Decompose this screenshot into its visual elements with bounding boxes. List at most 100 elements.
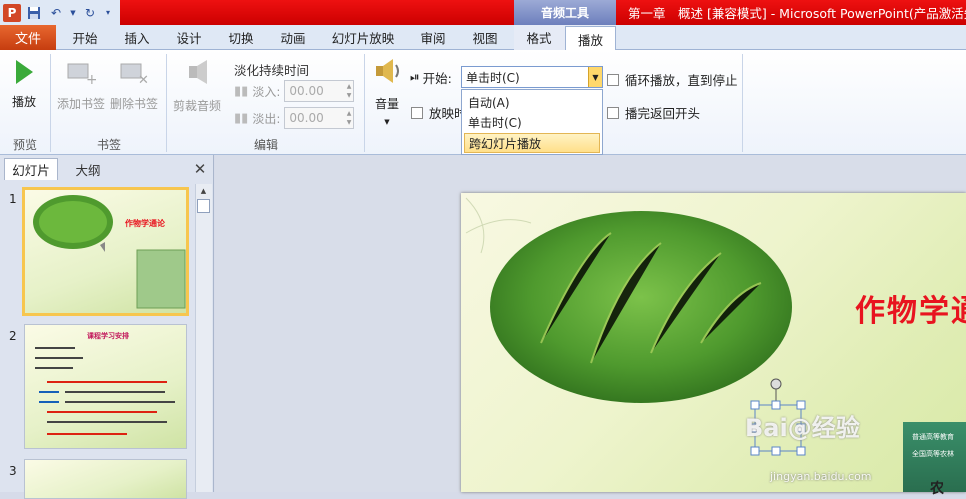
close-icon[interactable]: ✕	[193, 160, 207, 178]
fade-out-value: 00.00	[289, 111, 324, 125]
trim-audio-label: 剪裁音频	[172, 99, 221, 113]
quick-access-toolbar: P ↶ ▼ ↻ ▾	[0, 0, 113, 25]
loop-row[interactable]: 循环播放，直到停止	[607, 70, 738, 89]
tab-review[interactable]: 审阅	[410, 25, 456, 50]
tab-view[interactable]: 视图	[462, 25, 508, 50]
fade-in-row: ▮▮ 淡入: 00.00 ▲ ▼	[234, 80, 355, 102]
play-button[interactable]: 播放	[6, 58, 42, 110]
slide-bottom-text: 农	[930, 481, 944, 497]
loop-checkbox[interactable]	[607, 73, 619, 86]
option-on-click[interactable]: 单击时(C)	[464, 112, 600, 132]
start-label: 开始:	[422, 71, 452, 86]
add-bookmark-label: 添加书签	[56, 97, 105, 111]
slide-number: 1	[9, 192, 17, 206]
tab-animations[interactable]: 动画	[270, 25, 316, 50]
undo-dropdown-icon[interactable]: ▼	[69, 4, 77, 22]
current-slide[interactable]	[461, 193, 966, 492]
rewind-label: 播完返回开头	[625, 106, 701, 121]
start-select[interactable]: 单击时(C)	[461, 66, 603, 88]
fade-out-label: 淡出:	[252, 111, 281, 126]
tab-transitions[interactable]: 切换	[218, 25, 264, 50]
add-bookmark-icon: +	[67, 63, 98, 88]
play-icon	[16, 60, 33, 84]
tab-design[interactable]: 设计	[166, 25, 212, 50]
slide-thumbnail-3[interactable]	[24, 459, 187, 499]
volume-speaker-icon	[376, 59, 399, 83]
group-separator	[166, 54, 167, 152]
option-play-across-slides[interactable]: 跨幻灯片播放	[464, 133, 600, 153]
rewind-row[interactable]: 播完返回开头	[607, 103, 700, 122]
slide-thumbnail-2[interactable]: 课程学习安排	[24, 324, 187, 449]
start-options-dropdown: 自动(A) 单击时(C) 跨幻灯片播放	[461, 89, 603, 155]
rotate-handle[interactable]	[770, 378, 782, 390]
tab-slides[interactable]: 幻灯片	[4, 158, 58, 180]
start-select-arrow-icon[interactable]: ▼	[588, 67, 602, 87]
save-icon[interactable]	[25, 4, 43, 22]
book-line-2: 全国高等农林	[912, 450, 954, 458]
spinner-arrows-icon[interactable]: ▲ ▼	[347, 82, 352, 100]
volume-button[interactable]: 音量 ▼	[368, 56, 406, 126]
powerpoint-app-icon[interactable]: P	[3, 3, 21, 22]
redo-icon[interactable]: ↻	[81, 4, 99, 22]
tab-outline[interactable]: 大纲	[62, 158, 114, 180]
fade-in-value: 00.00	[289, 84, 324, 98]
group-separator	[364, 54, 365, 152]
svg-text:✕: ✕	[138, 73, 149, 86]
tab-file[interactable]: 文件	[0, 25, 56, 50]
tab-home[interactable]: 开始	[62, 25, 108, 50]
scroll-up-icon[interactable]: ▲	[196, 184, 211, 198]
loop-label: 循环播放，直到停止	[625, 73, 738, 88]
thumb1-art	[33, 195, 186, 309]
fade-out-icon: ▮▮	[234, 110, 249, 126]
group-label-preview: 预览	[12, 138, 37, 152]
group-separator	[742, 54, 743, 152]
fade-in-spinner[interactable]: 00.00 ▲ ▼	[284, 80, 355, 102]
audio-tools-context-title: 音频工具	[514, 0, 616, 25]
tab-slideshow[interactable]: 幻灯片放映	[322, 25, 404, 50]
slide-number: 2	[9, 329, 17, 343]
spinner-arrows-icon[interactable]: ▲ ▼	[347, 109, 352, 127]
thumb2-art	[35, 347, 175, 435]
rewind-checkbox[interactable]	[607, 106, 619, 119]
book-line-1: 普通高等教育	[912, 433, 954, 441]
remove-bookmark-icon: ✕	[120, 63, 149, 88]
start-label-row: ⏯ 开始:	[410, 68, 452, 87]
tab-playback[interactable]: 播放	[565, 26, 616, 51]
panel-scrollbar[interactable]	[195, 184, 212, 492]
watermark: Bai@经验	[745, 414, 860, 442]
tab-insert[interactable]: 插入	[114, 25, 160, 50]
remove-bookmark-label: 删除书签	[109, 97, 158, 111]
group-label-editing: 编辑	[253, 138, 278, 152]
trim-audio-button[interactable]: 剪裁音频	[170, 58, 224, 114]
add-bookmark-button[interactable]: + 添加书签	[56, 60, 106, 112]
volume-label: 音量	[374, 97, 399, 111]
fade-in-label: 淡入:	[252, 84, 281, 99]
remove-bookmark-button[interactable]: ✕ 删除书签	[108, 60, 160, 112]
tab-format[interactable]: 格式	[516, 25, 562, 50]
slide-number: 3	[9, 464, 17, 478]
volume-dropdown-icon[interactable]: ▼	[368, 118, 406, 126]
hide-during-show-row[interactable]: 放映时	[411, 103, 467, 122]
fade-duration-title: 淡化持续时间	[234, 63, 310, 78]
play-label: 播放	[11, 95, 36, 109]
slide-rice-image	[465, 197, 792, 403]
svg-text:+: +	[86, 72, 96, 86]
customize-qat-icon[interactable]: ▾	[103, 4, 113, 22]
window-title: 第一章 概述 [兼容模式] - Microsoft PowerPoint(产品激…	[628, 6, 966, 21]
start-clock-icon: ⏯	[410, 70, 420, 84]
group-label-bookmarks: 书签	[96, 138, 121, 152]
trim-audio-icon	[189, 60, 207, 84]
option-automatic[interactable]: 自动(A)	[464, 92, 600, 112]
start-select-value: 单击时(C)	[466, 70, 520, 85]
hide-during-show-checkbox[interactable]	[411, 106, 423, 119]
thumb1-title: 作物学通论	[125, 219, 165, 228]
fade-out-spinner[interactable]: 00.00 ▲ ▼	[284, 107, 355, 129]
group-separator	[50, 54, 51, 152]
slide-thumbnail-1[interactable]: 作物学通论	[22, 187, 189, 316]
undo-icon[interactable]: ↶	[47, 4, 65, 22]
fade-in-icon: ▮▮	[234, 83, 249, 99]
fade-out-row: ▮▮ 淡出: 00.00 ▲ ▼	[234, 107, 355, 129]
slide-title[interactable]: 作物学通	[855, 286, 966, 330]
scroll-thumb[interactable]	[197, 199, 210, 213]
watermark-url: jingyan.baidu.com	[770, 470, 872, 483]
